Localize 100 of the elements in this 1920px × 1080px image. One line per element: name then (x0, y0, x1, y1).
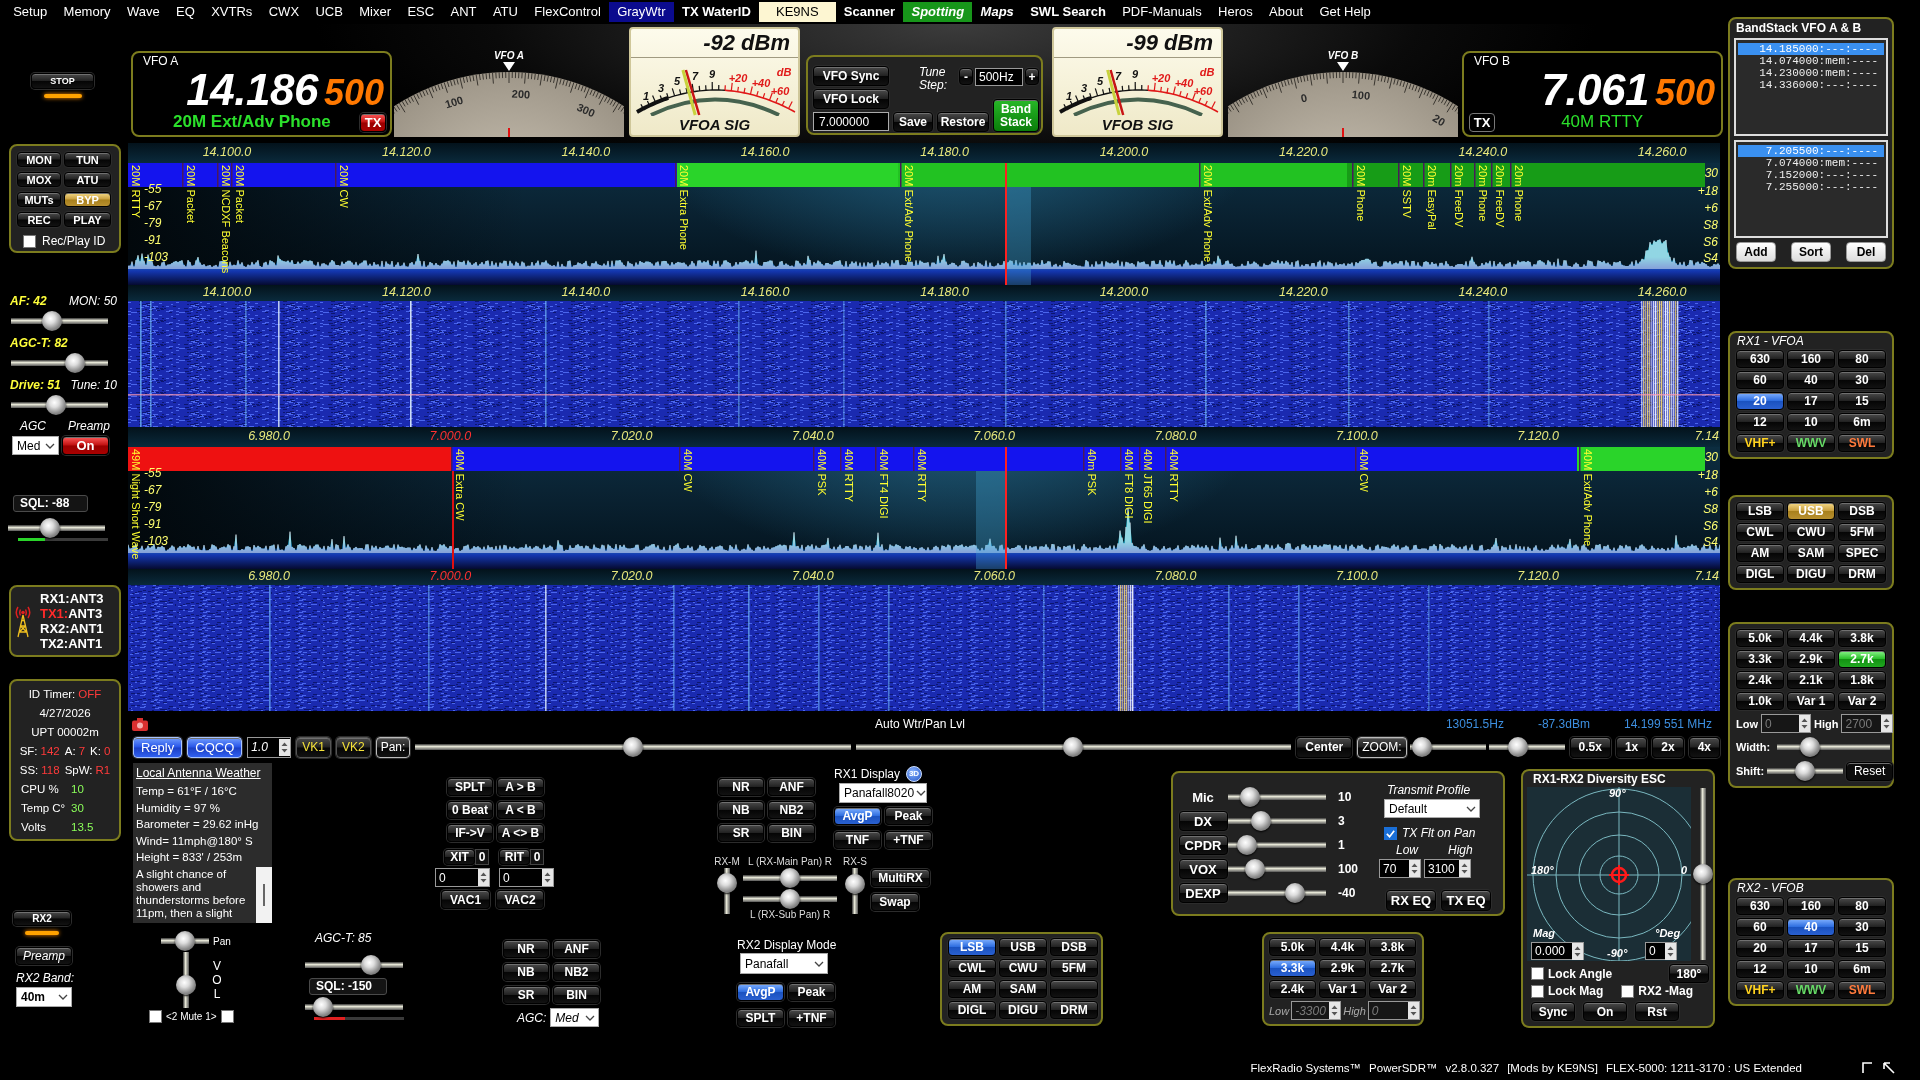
voice-keyer-button[interactable]: VK1 (296, 736, 331, 758)
vfo-button[interactable]: SPLT (447, 778, 493, 796)
checkbox[interactable] (220, 1010, 234, 1023)
eq-button[interactable]: TX EQ (1441, 890, 1491, 911)
slider-thumb[interactable] (1250, 811, 1271, 831)
filter-button[interactable]: 1.0k (1736, 692, 1784, 710)
band-button[interactable]: 15 (1838, 939, 1886, 957)
band-button[interactable]: 30 (1838, 371, 1886, 389)
dsp-button[interactable]: SR (503, 986, 549, 1004)
slider-thumb[interactable] (176, 975, 196, 996)
bandstack-entry[interactable]: 7.152000:---:---- (1738, 169, 1884, 181)
display-button[interactable]: Peak (885, 807, 932, 825)
menu-item[interactable]: Maps (972, 2, 1022, 22)
processor-button[interactable]: CPDR (1178, 835, 1228, 855)
step-down-button[interactable]: - (959, 68, 973, 85)
mode-button[interactable]: 5FM (1838, 523, 1886, 541)
menu-item[interactable]: XVTRs (203, 2, 261, 22)
slider-thumb[interactable] (623, 737, 644, 757)
toolbar-button[interactable]: 0.5x (1569, 736, 1611, 758)
voice-keyer-button[interactable]: VK2 (335, 736, 371, 758)
mode-button[interactable]: AM (948, 980, 996, 998)
menu-item[interactable]: GrayWtr (609, 2, 674, 22)
profile-dropdown[interactable]: Default (1384, 799, 1480, 818)
checkbox[interactable] (1621, 984, 1635, 998)
vfo-button[interactable]: A > B (497, 778, 544, 796)
agc-dropdown[interactable]: Med (12, 436, 59, 455)
radio-button[interactable]: MON (17, 152, 61, 167)
toolbar-button[interactable]: Pan: (375, 736, 411, 758)
bracket-icon[interactable] (1860, 1061, 1874, 1075)
band-button[interactable]: SWL (1838, 434, 1886, 452)
menu-item[interactable]: ATU (484, 2, 527, 22)
mode-button[interactable]: CWU (1787, 523, 1835, 541)
mode-button[interactable]: LSB (948, 938, 996, 956)
bandstack-entry[interactable]: 14.074000:mem:---- (1738, 55, 1884, 67)
band-button[interactable]: 30 (1838, 918, 1886, 936)
preamp-button[interactable]: On (62, 436, 109, 455)
menu-item[interactable]: PDF-Manuals (1114, 2, 1210, 22)
band-button[interactable]: 160 (1787, 897, 1835, 915)
slider-thumb[interactable] (175, 931, 195, 951)
spin-field[interactable]: 3100 (1424, 859, 1471, 878)
dsp-button[interactable]: NB (718, 801, 764, 819)
spin-field[interactable]: 0 (1645, 942, 1677, 960)
processor-button[interactable]: DEXP (1178, 883, 1228, 903)
toolbar-button[interactable]: 2x (1652, 736, 1684, 758)
radio-button[interactable]: REC (17, 212, 61, 227)
mode-button[interactable] (1050, 980, 1098, 998)
filter-button[interactable]: 3.8k (1838, 629, 1886, 647)
display-mode-dropdown[interactable]: Panafall (740, 953, 828, 974)
dsp-button[interactable]: ANF (553, 940, 600, 958)
slider-thumb[interactable] (361, 955, 382, 975)
slider-thumb[interactable] (1063, 737, 1084, 757)
mode-button[interactable]: AM (1736, 544, 1784, 562)
rx2-button[interactable]: RX2 (13, 911, 71, 926)
checkbox[interactable] (1384, 826, 1397, 840)
menu-item[interactable]: Heros (1209, 2, 1261, 22)
slider-thumb[interactable] (717, 873, 737, 894)
band-button[interactable]: WWV (1787, 434, 1835, 452)
menu-item[interactable]: ESC (399, 2, 443, 22)
slider-thumb[interactable] (45, 395, 66, 415)
toolbar-button[interactable]: CQCQ (187, 736, 243, 758)
save-button[interactable]: Save (893, 112, 933, 132)
filter-button[interactable]: 2.7k (1838, 650, 1886, 668)
slider-thumb[interactable] (780, 889, 800, 909)
slider-thumb[interactable] (1795, 761, 1816, 781)
menu-item[interactable]: Wave (118, 2, 168, 22)
mode-button[interactable]: USB (999, 938, 1047, 956)
filter-button[interactable]: 1.8k (1838, 671, 1886, 689)
band-button[interactable]: 12 (1736, 960, 1784, 978)
preamp-button[interactable]: Preamp (16, 947, 72, 965)
slider-thumb[interactable] (1284, 883, 1305, 903)
filter-button[interactable]: 5.0k (1736, 629, 1784, 647)
dsp-button[interactable]: ANF (768, 778, 815, 796)
slider-thumb[interactable] (1239, 787, 1260, 807)
scrollbar[interactable] (256, 866, 272, 923)
filter-button[interactable]: 2.9k (1319, 959, 1366, 977)
multirx-button[interactable]: MultiRX (871, 869, 930, 887)
mode-button[interactable]: DSB (1050, 938, 1098, 956)
slider-thumb[interactable] (1245, 859, 1266, 879)
slider-thumb[interactable] (1508, 737, 1529, 757)
mode-button[interactable]: DIGL (948, 1001, 996, 1019)
display-button[interactable]: SPLT (737, 1009, 784, 1027)
bandstack-entry[interactable]: 7.074000:mem:---- (1738, 157, 1884, 169)
restore-button[interactable]: Restore (937, 112, 989, 132)
step-up-button[interactable]: + (1025, 68, 1039, 85)
filter-button[interactable]: Var 1 (1319, 980, 1366, 998)
rit-button[interactable]: RIT (499, 849, 530, 865)
filter-button[interactable]: 2.7k (1369, 959, 1416, 977)
angle-button[interactable]: 180° (1669, 964, 1709, 983)
toolbar-button[interactable]: Reply (133, 736, 183, 758)
menu-item[interactable]: CWX (260, 2, 308, 22)
display-button[interactable]: Peak (788, 983, 835, 1001)
menu-item[interactable]: UCB (307, 2, 352, 22)
diversity-button[interactable]: Sync (1531, 1002, 1575, 1021)
display-mode-dropdown[interactable]: Panafall8020 (839, 783, 927, 803)
vfo-button[interactable]: IF->V (447, 824, 493, 842)
agc-dropdown[interactable]: Med (550, 1008, 600, 1027)
processor-button[interactable]: DX (1178, 811, 1228, 831)
tx-button[interactable]: TX (1469, 112, 1495, 132)
processor-button[interactable]: VOX (1178, 859, 1228, 879)
stop-button[interactable]: STOP (31, 73, 94, 89)
